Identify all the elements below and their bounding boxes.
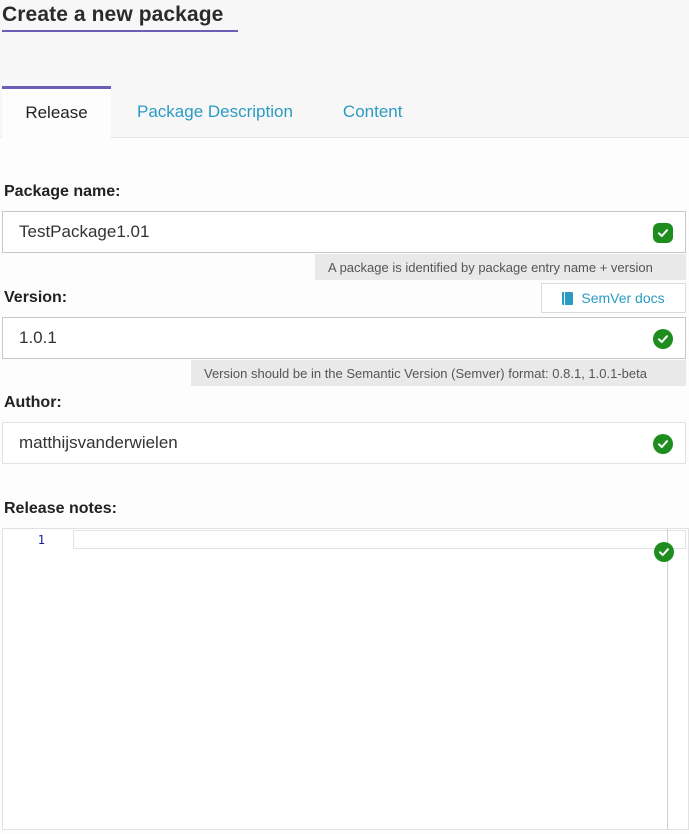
version-input[interactable]: 1.0.1	[2, 317, 686, 359]
package-name-label: Package name:	[4, 183, 121, 200]
package-name-input[interactable]: TestPackage1.01	[2, 211, 686, 253]
check-circle-icon	[653, 434, 673, 454]
page-title: Create a new package	[2, 3, 224, 26]
semver-docs-label: SemVer docs	[581, 290, 665, 306]
check-circle-icon	[653, 223, 673, 243]
tab-content[interactable]: Content	[318, 86, 428, 138]
release-notes-editor[interactable]: 1	[2, 528, 689, 830]
tab-package-description[interactable]: Package Description	[111, 86, 318, 138]
check-circle-icon	[654, 542, 674, 562]
editor-active-line[interactable]	[73, 530, 686, 549]
package-name-value: TestPackage1.01	[19, 222, 150, 241]
semver-docs-button[interactable]: SemVer docs	[541, 283, 686, 313]
version-hint: Version should be in the Semantic Versio…	[191, 360, 686, 386]
version-label: Version:	[4, 289, 68, 306]
editor-scrollbar[interactable]	[667, 529, 668, 829]
line-number: 1	[37, 533, 45, 547]
header-area: Create a new package Release Package Des…	[0, 0, 689, 139]
version-value: 1.0.1	[19, 328, 57, 347]
editor-gutter: 1	[3, 529, 71, 829]
release-notes-label: Release notes:	[4, 500, 117, 517]
tab-release[interactable]: Release	[2, 86, 111, 139]
author-input[interactable]: matthijsvanderwielen	[2, 422, 686, 464]
title-underline	[2, 30, 238, 32]
book-icon	[562, 291, 574, 305]
tab-bar: Release Package Description Content	[2, 86, 428, 139]
author-value: matthijsvanderwielen	[19, 433, 178, 452]
check-circle-icon	[653, 329, 673, 349]
package-name-hint: A package is identified by package entry…	[315, 254, 686, 280]
author-label: Author:	[4, 394, 62, 411]
